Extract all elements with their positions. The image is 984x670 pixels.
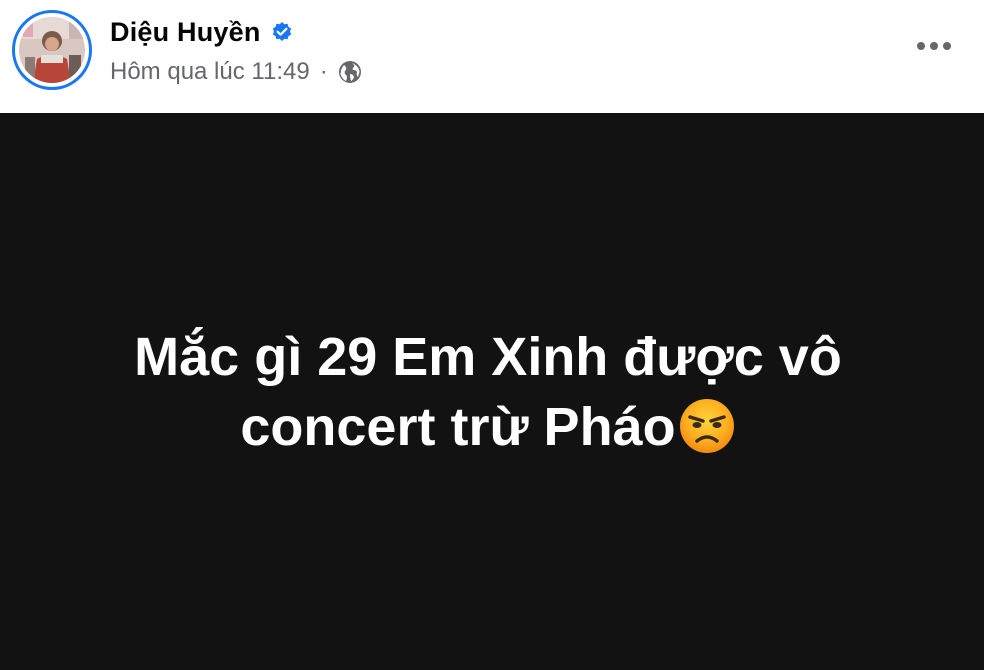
post-text-area: Mắc gì 29 Em Xinh được vô concert trừ Ph… bbox=[0, 113, 984, 670]
facebook-post: Diệu Huyền Hôm qua lúc 11:49 · Mắc gì 29… bbox=[0, 0, 984, 670]
globe-icon[interactable] bbox=[338, 60, 362, 84]
post-timestamp[interactable]: Hôm qua lúc 11:49 bbox=[110, 58, 310, 86]
post-text-line-2: concert trừ Pháo bbox=[240, 396, 676, 457]
more-dots-icon bbox=[917, 42, 951, 50]
post-text: Mắc gì 29 Em Xinh được vô concert trừ Ph… bbox=[88, 322, 888, 462]
author-name[interactable]: Diệu Huyền bbox=[110, 17, 261, 48]
post-text-line-1: Mắc gì 29 Em Xinh được vô bbox=[134, 326, 842, 387]
meta-separator: · bbox=[319, 58, 328, 85]
verified-badge-icon bbox=[271, 21, 293, 43]
avatar-photo bbox=[19, 17, 85, 83]
post-header: Diệu Huyền Hôm qua lúc 11:49 · bbox=[0, 0, 984, 113]
more-options-button[interactable] bbox=[908, 28, 960, 64]
post-meta: Hôm qua lúc 11:49 · bbox=[110, 56, 362, 88]
post-background: Mắc gì 29 Em Xinh được vô concert trừ Ph… bbox=[0, 113, 984, 670]
author-row: Diệu Huyền bbox=[110, 14, 293, 50]
avatar[interactable] bbox=[12, 10, 92, 90]
angry-face-icon bbox=[678, 397, 736, 455]
